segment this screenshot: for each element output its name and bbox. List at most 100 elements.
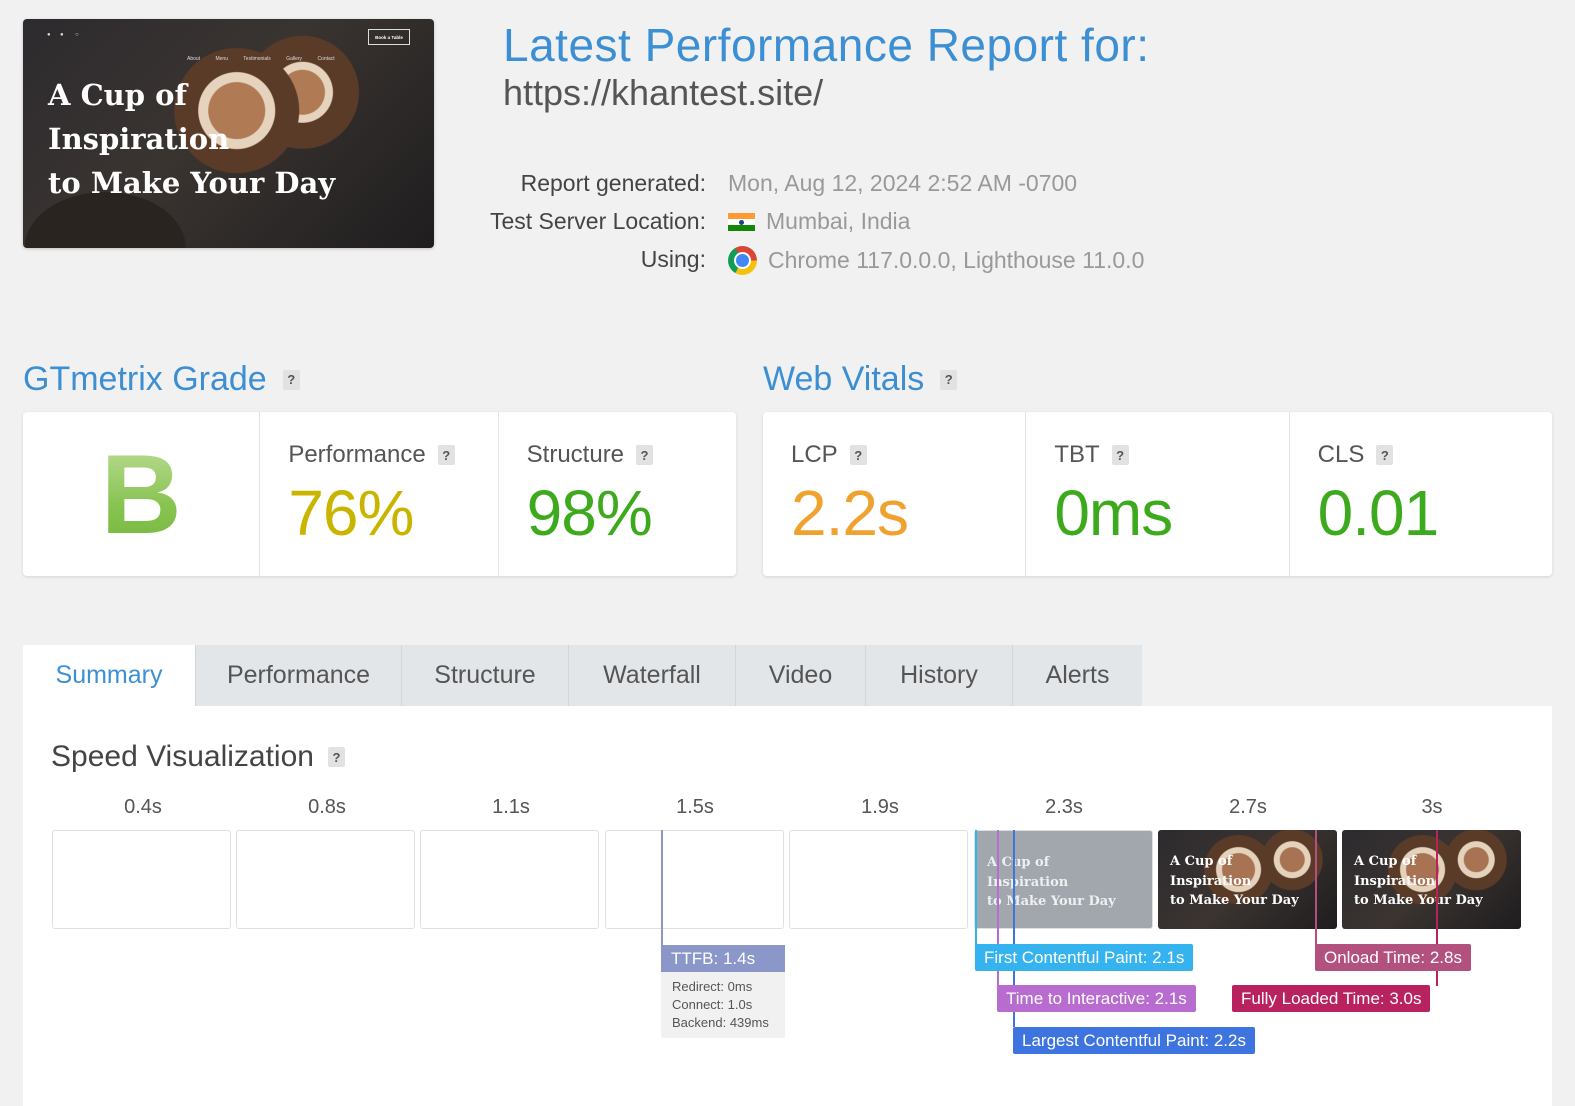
timeline-tick: 0.4s	[124, 796, 162, 818]
lcp-value: 2.2s	[791, 477, 909, 549]
location-value-text: Mumbai, India	[766, 208, 911, 234]
thumbnail-nav-link: About	[187, 56, 201, 62]
vitals-help-icon[interactable]: ?	[940, 369, 958, 390]
performance-label: Performance ?	[288, 441, 455, 469]
lcp-help-icon[interactable]: ?	[849, 445, 867, 465]
web-vitals-title-text: Web Vitals	[763, 360, 925, 398]
thumbnail-nav-link: Contact	[317, 56, 335, 62]
frame-text-line: A Cup of	[987, 855, 1050, 870]
filmstrip-frame-text: A Cup of Inspiration to Make Your Day	[1170, 852, 1299, 911]
speed-visualization-title: Speed Visualization ?	[51, 740, 345, 774]
thumbnail-nav: ● ● ○ About Menu Testimonials Gallery Co…	[47, 29, 410, 62]
frame-text-line: Inspiration	[1170, 873, 1252, 889]
ttfb-label: TTFB: 1.4s	[661, 945, 785, 972]
filmstrip-frame[interactable]	[52, 830, 231, 929]
performance-help-icon[interactable]: ?	[437, 445, 455, 465]
facebook-icon: ●	[60, 32, 64, 38]
meta-row-generated: Report generated: Mon, Aug 12, 2024 2:52…	[490, 166, 1190, 204]
thumbnail-headline-line: A Cup of	[48, 78, 187, 112]
frame-text-line: to Make Your Day	[1170, 893, 1299, 908]
filmstrip-frame[interactable]	[605, 830, 784, 929]
timeline-tick: 3s	[1421, 796, 1443, 818]
lcp-label: LCP ?	[791, 441, 867, 469]
thumbnail-nav-link: Gallery	[286, 56, 303, 62]
speed-help-icon[interactable]: ?	[327, 747, 345, 767]
tbt-cell: TBT ? 0ms	[1025, 412, 1288, 576]
frame-text-line: A Cup of	[1354, 854, 1417, 869]
using-value: Chrome 117.0.0.0, Lighthouse 11.0.0	[728, 246, 1144, 275]
report-tabs: Summary Performance Structure Waterfall …	[23, 645, 1142, 706]
frame-text-line: Inspiration	[987, 874, 1069, 890]
tab-waterfall[interactable]: Waterfall	[568, 645, 735, 706]
structure-help-icon[interactable]: ?	[636, 445, 654, 465]
location-label: Test Server Location:	[489, 208, 706, 234]
web-vitals-card: LCP ? 2.2s TBT ? 0ms CLS ? 0.01	[763, 412, 1552, 576]
tbt-help-icon[interactable]: ?	[1111, 445, 1129, 465]
filmstrip-frame[interactable]: A Cup of Inspiration to Make Your Day	[1342, 830, 1521, 929]
structure-value: 98%	[526, 477, 653, 549]
twitter-icon: ●	[47, 32, 51, 38]
thumbnail-headline-line: Inspiration	[48, 122, 230, 156]
tab-video[interactable]: Video	[735, 645, 865, 706]
cls-help-icon[interactable]: ?	[1376, 445, 1394, 465]
performance-cell: Performance ? 76%	[259, 412, 497, 576]
speed-visualization-title-text: Speed Visualization	[51, 740, 314, 773]
tab-summary[interactable]: Summary	[23, 645, 195, 706]
structure-label: Structure ?	[526, 441, 654, 469]
gtmetrix-grade-title-text: GTmetrix Grade	[23, 360, 267, 398]
web-vitals-title: Web Vitals ?	[763, 360, 958, 399]
tbt-value: 0ms	[1054, 477, 1173, 549]
thumbnail-nav-link: Testimonials	[243, 56, 271, 62]
tti-label: Time to Interactive: 2.1s	[997, 985, 1196, 1012]
thumbnail-book-button: Book a Table	[368, 29, 410, 45]
generated-value-text: Mon, Aug 12, 2024 2:52 AM -0700	[728, 170, 1078, 196]
filmstrip-frame[interactable]: A Cup of Inspiration to Make Your Day	[974, 830, 1153, 929]
onload-marker-line	[1315, 830, 1317, 945]
cls-label: CLS ?	[1318, 441, 1394, 469]
india-flag-icon	[728, 212, 755, 231]
report-meta: Report generated: Mon, Aug 12, 2024 2:52…	[490, 166, 1190, 280]
tab-history[interactable]: History	[865, 645, 1012, 706]
report-title: Latest Performance Report for:	[503, 19, 1150, 71]
lcp-cell: LCP ? 2.2s	[763, 412, 1025, 576]
grade-help-icon[interactable]: ?	[282, 369, 300, 390]
tab-alerts[interactable]: Alerts	[1012, 645, 1142, 706]
cls-value: 0.01	[1317, 477, 1440, 549]
grade-letter: B	[23, 430, 259, 559]
location-value: Mumbai, India	[728, 208, 910, 235]
ttfb-redirect: Redirect: 0ms	[672, 979, 753, 994]
grade-card: B Performance ? 76% Structure ? 98%	[23, 412, 736, 576]
filmstrip-frame-text: A Cup of Inspiration to Make Your Day	[987, 853, 1116, 912]
frame-text-line: A Cup of	[1170, 854, 1233, 869]
filmstrip-frame[interactable]: A Cup of Inspiration to Make Your Day	[1158, 830, 1337, 929]
instagram-icon: ○	[75, 32, 79, 38]
meta-row-location: Test Server Location: Mumbai, India	[490, 204, 1190, 242]
thumbnail-headline: A Cup of Inspiration to Make Your Day	[48, 73, 338, 205]
cls-cell: CLS ? 0.01	[1288, 412, 1552, 576]
onload-label: Onload Time: 2.8s	[1315, 944, 1471, 971]
tab-structure[interactable]: Structure	[401, 645, 568, 706]
filmstrip-frame[interactable]	[789, 830, 968, 929]
ttfb-details: Redirect: 0ms Connect: 1.0s Backend: 439…	[661, 972, 785, 1032]
timeline-tick: 2.7s	[1229, 796, 1267, 818]
ttfb-backend: Backend: 439ms	[672, 1015, 769, 1030]
using-label: Using:	[640, 246, 706, 272]
timeline-tick: 1.1s	[492, 796, 530, 818]
lcp-label-text: LCP	[791, 441, 838, 468]
performance-label-text: Performance	[288, 441, 426, 468]
filmstrip-frame[interactable]	[420, 830, 599, 929]
ttfb-connect: Connect: 1.0s	[672, 997, 753, 1012]
lcp-label: Largest Contentful Paint: 2.2s	[1013, 1027, 1255, 1054]
tab-performance[interactable]: Performance	[195, 645, 401, 706]
frame-text-line: Inspiration	[1354, 873, 1436, 889]
gtmetrix-grade-title: GTmetrix Grade ?	[23, 360, 300, 399]
site-screenshot-thumbnail: ● ● ○ About Menu Testimonials Gallery Co…	[23, 19, 434, 248]
report-url[interactable]: https://khantest.site/	[503, 72, 823, 114]
structure-label-text: Structure	[526, 441, 625, 468]
frame-text-line: to Make Your Day	[1354, 893, 1483, 908]
filmstrip-frame[interactable]	[236, 830, 415, 929]
meta-row-using: Using: Chrome 117.0.0.0, Lighthouse 11.0…	[490, 242, 1190, 280]
thumbnail-menu: About Menu Testimonials Gallery Contact	[187, 56, 349, 62]
timeline-tick: 1.9s	[861, 796, 899, 818]
performance-value: 76%	[288, 477, 414, 549]
